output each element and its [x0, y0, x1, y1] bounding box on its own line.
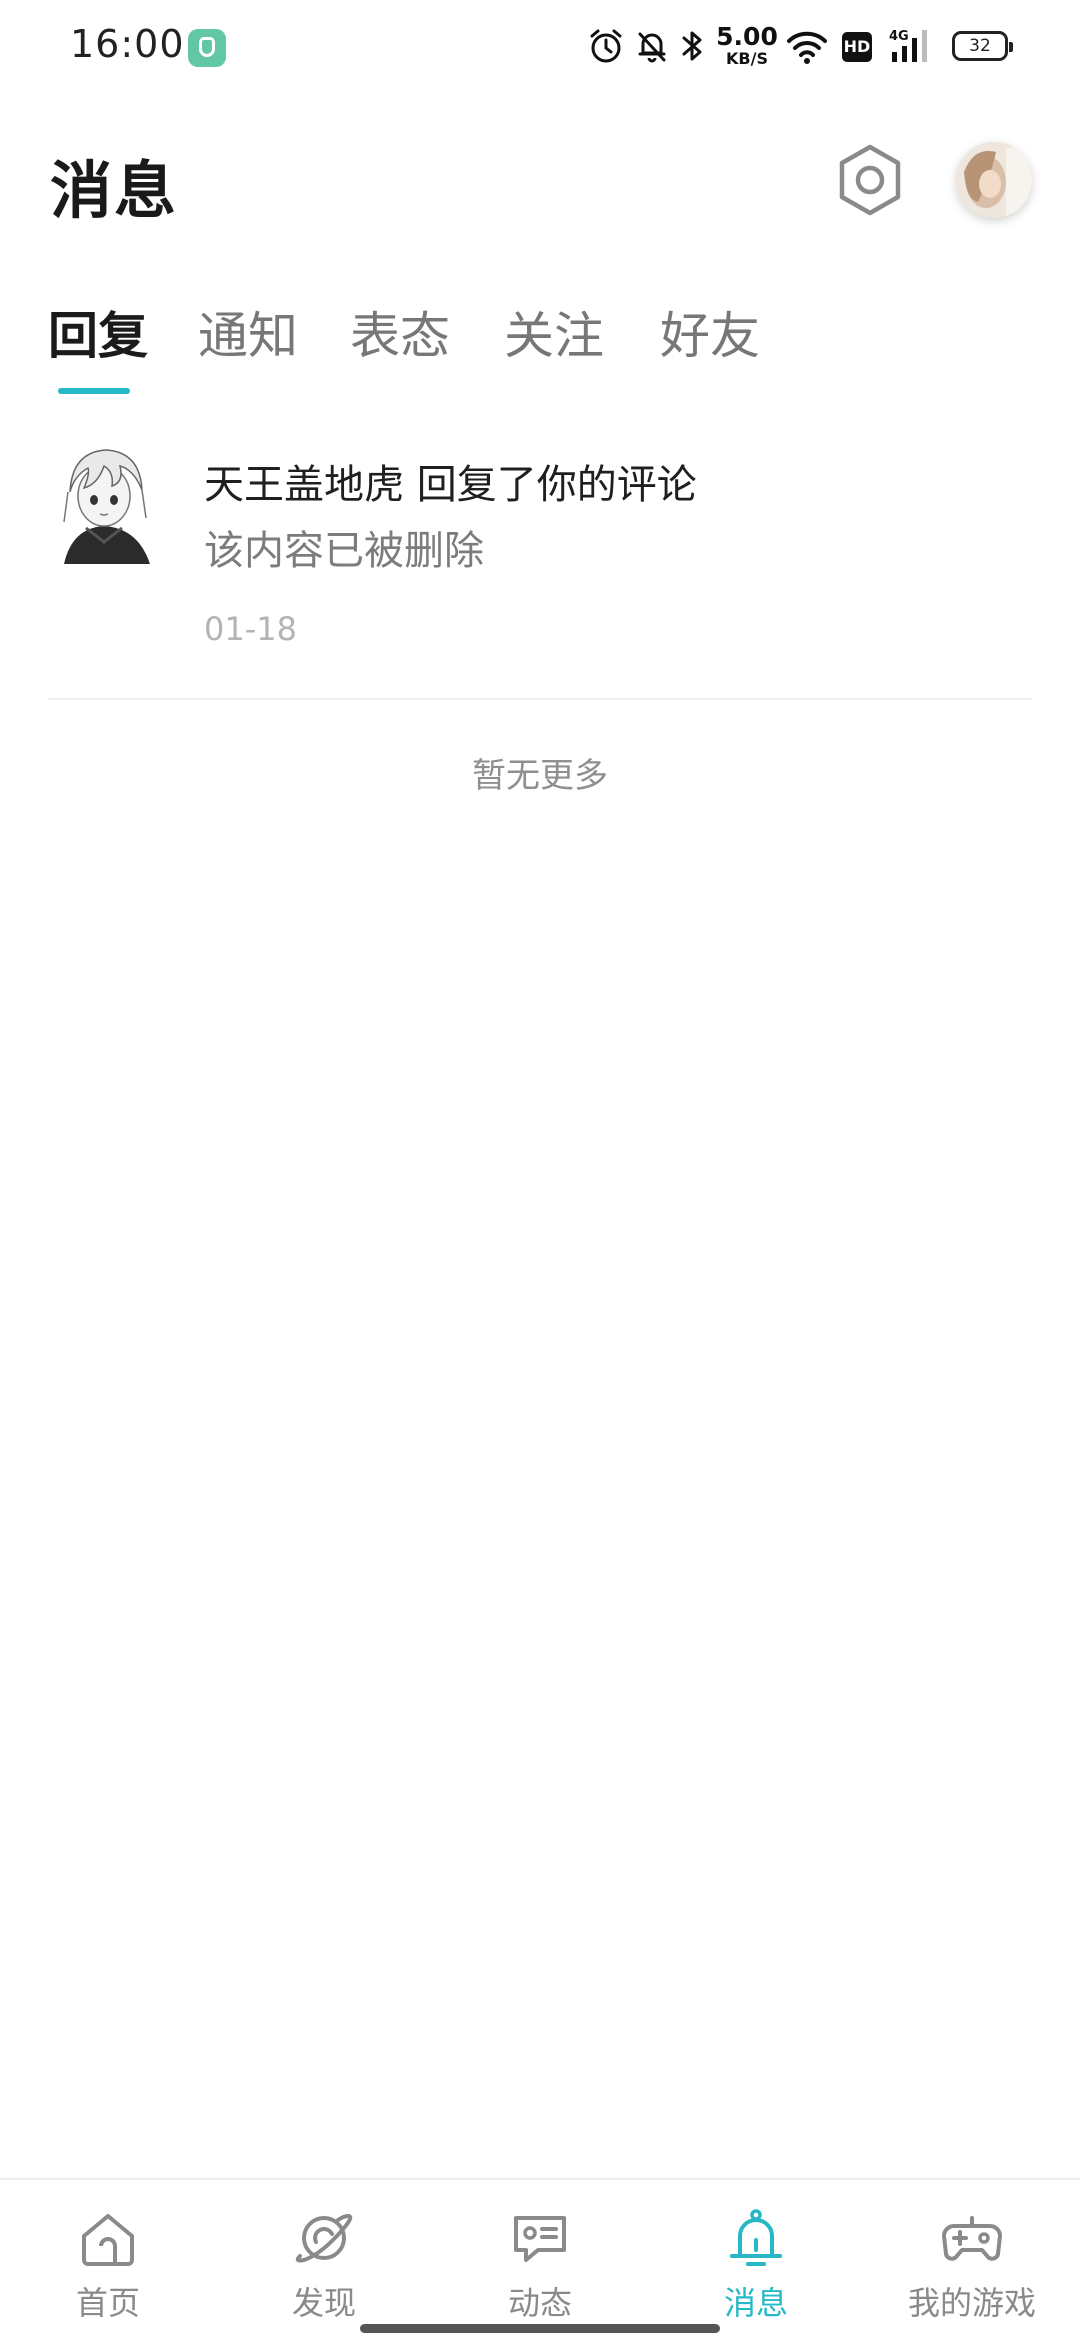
nav-item-my-games[interactable]: 我的游戏 [864, 2180, 1080, 2330]
gamepad-icon [942, 2216, 1002, 2261]
net-speed-value: 5.00 [716, 22, 778, 51]
active-tab-indicator [58, 388, 130, 394]
tab-replies[interactable]: 回复 [48, 296, 148, 368]
nav-label-my-games: 我的游戏 [907, 2284, 1036, 2322]
page-title: 消息 [50, 154, 179, 227]
status-bar: 16:00 5.00 KB/S HD 4G 32 [0, 0, 1080, 96]
hd-badge: HD [842, 32, 872, 62]
status-time: 16:00 [70, 22, 185, 66]
mute-bell-icon [638, 32, 666, 63]
net-speed: 5.00 KB/S [716, 24, 778, 67]
list-item[interactable]: 天王盖地虎 回复了你的评论 该内容已被删除 01-18 [0, 430, 1080, 698]
nav-label-messages: 消息 [723, 2284, 788, 2322]
nav-item-discover[interactable]: 发现 [216, 2180, 432, 2330]
nav-label-feed: 动态 [507, 2284, 572, 2322]
cell-signal-icon: 4G [889, 29, 927, 62]
alarm-icon [590, 29, 622, 63]
tab-reactions[interactable]: 表态 [350, 296, 450, 368]
sender-avatar[interactable] [54, 442, 156, 566]
list-divider [48, 698, 1032, 700]
user-avatar-image [956, 142, 1032, 218]
bottom-nav: 首页 发现 动态 消息 我的游戏 [0, 2178, 1080, 2340]
security-badge-icon [188, 29, 226, 67]
tab-follows[interactable]: 关注 [504, 296, 604, 368]
no-more-text: 暂无更多 [472, 756, 608, 796]
wifi-icon [787, 31, 827, 64]
bell-icon [730, 2209, 782, 2266]
chat-card-icon [514, 2216, 566, 2262]
net-speed-unit: KB/S [726, 49, 768, 68]
home-icon [82, 2214, 134, 2266]
nav-item-feed[interactable]: 动态 [432, 2180, 648, 2330]
message-date: 01-18 [204, 610, 297, 648]
message-title: 天王盖地虎 回复了你的评论 [204, 462, 697, 508]
tab-notifications[interactable]: 通知 [198, 296, 298, 368]
user-avatar[interactable] [956, 142, 1032, 218]
home-indicator[interactable] [360, 2324, 720, 2333]
planet-icon [295, 2213, 353, 2263]
nav-item-home[interactable]: 首页 [0, 2180, 216, 2330]
nav-label-home: 首页 [75, 2284, 140, 2322]
screen: 16:00 5.00 KB/S HD 4G 32 消息 回复 通知 表态 关注 … [0, 0, 1080, 2340]
signal-label: 4G [889, 29, 909, 44]
tab-friends[interactable]: 好友 [660, 296, 760, 368]
message-content: 该内容已被删除 [204, 528, 484, 574]
bluetooth-icon [682, 31, 702, 61]
settings-icon[interactable] [832, 142, 908, 218]
battery-icon: 32 [952, 31, 1013, 61]
nav-item-messages[interactable]: 消息 [648, 2180, 864, 2330]
nav-label-discover: 发现 [291, 2284, 356, 2322]
